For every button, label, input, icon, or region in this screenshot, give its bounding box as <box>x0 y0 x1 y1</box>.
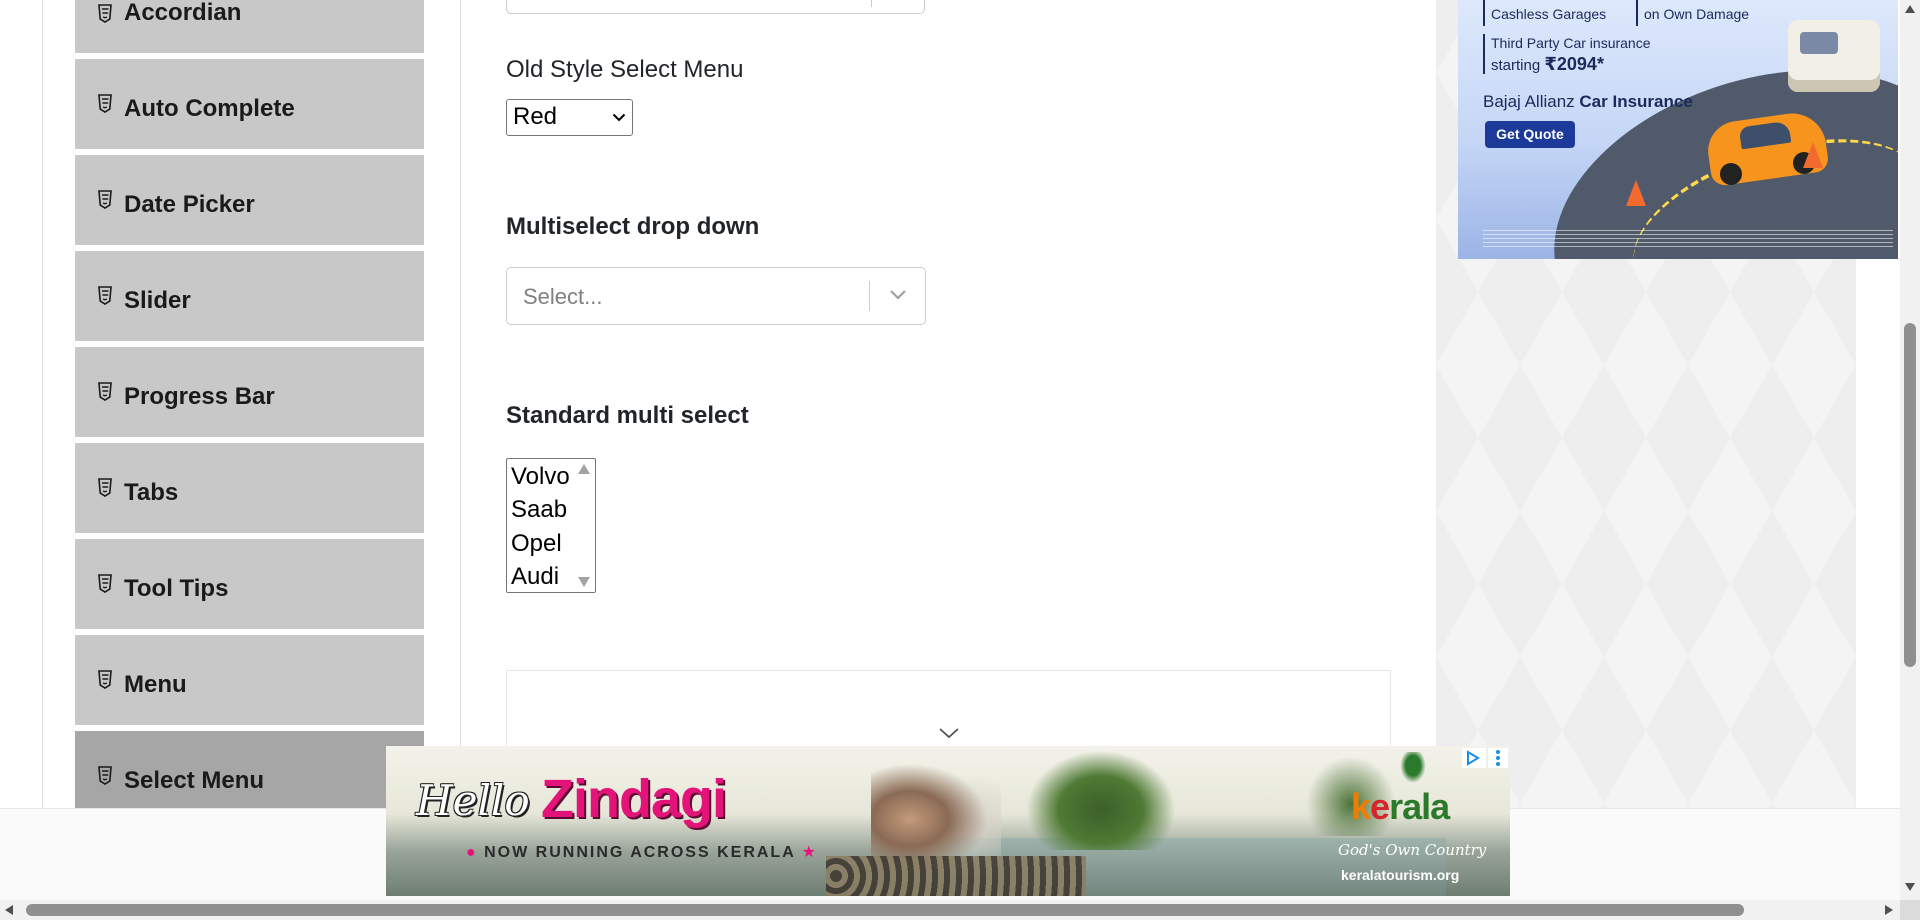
sidebar-item-label: Select Menu <box>124 767 265 794</box>
horizontal-scrollbar[interactable] <box>0 900 1900 920</box>
sidebar-item-progress-bar[interactable]: Progress Bar <box>75 347 424 440</box>
ad-brand-name: Bajaj Allianz <box>1483 92 1575 111</box>
multiselect-placeholder: Select... <box>523 284 603 309</box>
scrollbar-corner <box>1900 900 1920 920</box>
kerala-logo-part: rala <box>1389 786 1450 827</box>
sidebar-item-label: Slider <box>124 287 191 314</box>
multi-select-option[interactable]: Audi <box>511 563 559 591</box>
sidebar-item-label: Progress Bar <box>124 383 275 410</box>
sidebar-item-label: Auto Complete <box>124 95 295 122</box>
ad-price: ₹2094* <box>1544 54 1604 74</box>
ad-fineprint <box>1483 230 1893 250</box>
adchoices-icon-glyph <box>1467 750 1480 766</box>
scroll-up-arrow-icon[interactable] <box>1904 4 1916 14</box>
ad-ducks-photo <box>826 856 1086 896</box>
multi-select-option[interactable]: Opel <box>511 530 562 558</box>
standard-multi-heading: Standard multi select <box>506 402 749 429</box>
ad-palm-tree <box>1026 750 1176 850</box>
ad-truck-window <box>1800 32 1838 54</box>
multi-select-option[interactable]: Volvo <box>511 463 570 491</box>
old-select-heading: Old Style Select Menu <box>506 56 744 83</box>
ad-text-third-party: Third Party Car insurance <box>1491 35 1651 51</box>
sidebar-item-label: Date Picker <box>124 191 255 218</box>
sidebar-item-label: Accordian <box>124 0 242 26</box>
horizontal-scrollbar-thumb[interactable] <box>26 904 1744 916</box>
html5-doc-icon <box>98 478 112 497</box>
ad-headline: Zindagi <box>541 769 727 829</box>
ad-divider <box>1636 0 1638 26</box>
multiselect-heading: Multiselect drop down <box>506 213 760 240</box>
sidebar-item-menu[interactable]: Menu <box>75 635 424 728</box>
kerala-logo-part: e <box>1370 786 1390 827</box>
dropdown-separator <box>869 281 870 311</box>
vertical-scrollbar[interactable] <box>1900 0 1920 900</box>
kerala-logo: kerala <box>1351 786 1450 828</box>
sidebar-item-label: Menu <box>124 671 187 698</box>
ad-brand-product: Car Insurance <box>1579 92 1693 111</box>
vertical-scrollbar-thumb[interactable] <box>1904 323 1916 667</box>
triangle-up-icon[interactable] <box>577 463 591 475</box>
sidebar-item-slider[interactable]: Slider <box>75 251 424 344</box>
ad-divider <box>1483 0 1485 26</box>
chevron-down-icon[interactable] <box>938 727 960 739</box>
kerala-tourism-banner-ad[interactable]: Hello Zindagi ● NOW RUNNING ACROSS KERAL… <box>386 746 1510 896</box>
html5-doc-icon <box>98 382 112 401</box>
sidebar-item-label: Tabs <box>124 479 179 506</box>
ad-traffic-cone <box>1626 180 1646 206</box>
kebab-menu-icon-glyph <box>1496 750 1500 766</box>
old-style-select[interactable]: Red <box>506 99 633 136</box>
ad-text-starting: starting <box>1491 57 1541 74</box>
sidebar-right-border <box>460 0 461 808</box>
dropdown-separator <box>871 0 872 7</box>
scroll-left-arrow-icon[interactable] <box>4 904 14 916</box>
html5-doc-icon <box>98 4 112 23</box>
sidebar-nav: Accordian Auto Complete Date Picker Slid… <box>75 0 424 808</box>
star-icon: ★ <box>801 844 818 861</box>
chevron-down-icon[interactable] <box>889 289 907 301</box>
html5-doc-icon <box>98 286 112 305</box>
ad-traffic-cone <box>1803 142 1823 168</box>
sidebar-item-label: Tool Tips <box>124 575 229 602</box>
scroll-right-arrow-icon[interactable] <box>1884 904 1894 916</box>
chevron-down-icon <box>612 113 626 122</box>
ad-truck-illustration <box>1788 20 1880 92</box>
select-value-dropdown[interactable] <box>506 0 925 14</box>
ad-hello-text: Hello <box>416 776 530 825</box>
ad-text-price-line: starting ₹2094* <box>1491 54 1604 75</box>
sidebar-item-tool-tips[interactable]: Tool Tips <box>75 539 424 632</box>
html5-doc-icon <box>98 94 112 113</box>
multiselect-dropdown[interactable]: Select... <box>506 267 926 325</box>
ad-url: keralatourism.org <box>1341 867 1460 883</box>
ad-slogan: God's Own Country <box>1338 841 1487 859</box>
bullet-icon: ● <box>466 844 478 861</box>
get-quote-button[interactable]: Get Quote <box>1485 121 1575 148</box>
sidebar-item-tabs[interactable]: Tabs <box>75 443 424 536</box>
ad-brand: Bajaj Allianz Car Insurance <box>1483 92 1693 112</box>
ad-tagline-text: NOW RUNNING ACROSS KERALA <box>484 844 796 861</box>
adchoices-icon[interactable] <box>1462 748 1486 768</box>
scroll-down-arrow-icon[interactable] <box>1904 882 1916 892</box>
multi-select-option[interactable]: Saab <box>511 496 567 524</box>
ad-text-own-damage: on Own Damage <box>1644 6 1750 22</box>
kerala-logo-part: k <box>1351 786 1371 827</box>
html5-doc-icon <box>98 574 112 593</box>
html5-doc-icon <box>98 190 112 209</box>
kerala-logo-palm-icon <box>1398 752 1428 786</box>
html5-doc-icon <box>98 766 112 785</box>
html5-doc-icon <box>98 670 112 689</box>
kebab-menu-icon[interactable] <box>1488 748 1508 768</box>
standard-multi-select[interactable]: Volvo Saab Opel Audi <box>506 458 596 593</box>
ad-car-wheel <box>1720 163 1742 185</box>
ad-tagline: ● NOW RUNNING ACROSS KERALA ★ <box>466 842 818 862</box>
old-select-value: Red <box>513 103 558 130</box>
sidebar-item-select-menu[interactable]: Select Menu <box>75 731 424 808</box>
sidebar-item-date-picker[interactable]: Date Picker <box>75 155 424 248</box>
sidebar-item-accordian[interactable]: Accordian <box>75 0 424 56</box>
ad-text-garages: Cashless Garages <box>1491 6 1607 22</box>
sidebar-left-border <box>42 0 43 808</box>
car-insurance-ad[interactable]: Cashless Garages on Own Damage Third Par… <box>1458 0 1898 259</box>
sidebar-item-auto-complete[interactable]: Auto Complete <box>75 59 424 152</box>
triangle-down-icon[interactable] <box>577 576 591 588</box>
ad-divider <box>1483 34 1485 74</box>
